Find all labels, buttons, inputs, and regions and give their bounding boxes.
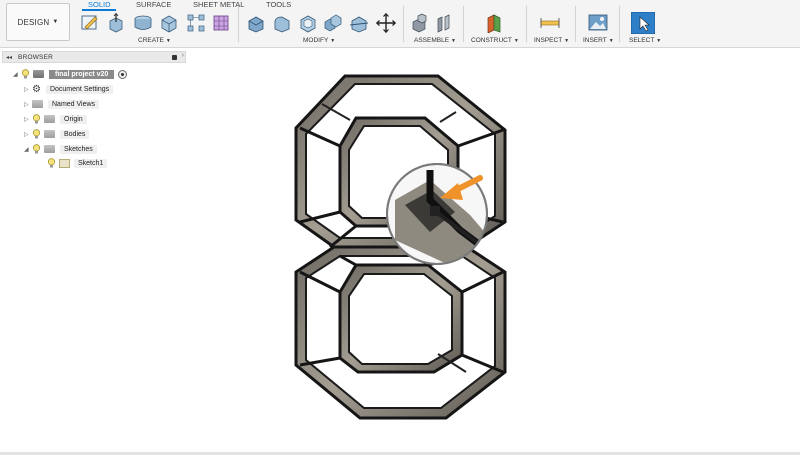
sketch-icon: [59, 158, 70, 168]
expand-triangle-icon[interactable]: ▷: [24, 86, 32, 93]
toolbar-separator: [463, 6, 464, 42]
tree-item-label: Sketch1: [74, 158, 108, 168]
expand-panel-icon[interactable]: ›: [182, 52, 184, 59]
move-copy-icon[interactable]: [376, 13, 396, 33]
select-cursor-icon[interactable]: [631, 12, 655, 34]
create-menu[interactable]: CREATE ▼: [138, 37, 171, 44]
browser-header[interactable]: ◂◂ BROWSER ›: [2, 51, 186, 63]
box-icon[interactable]: [159, 13, 179, 33]
tab-tools[interactable]: TOOLS: [266, 0, 291, 9]
tree-item-origin[interactable]: ▷ Origin: [24, 113, 87, 125]
insert-menu[interactable]: INSERT ▼: [583, 37, 614, 44]
visibility-bulb-icon[interactable]: [32, 129, 41, 139]
toolbar-separator: [403, 6, 404, 42]
pin-icon[interactable]: [172, 55, 177, 60]
modify-menu[interactable]: MODIFY ▼: [303, 37, 335, 44]
expand-triangle-icon[interactable]: ◢: [13, 71, 21, 78]
combine-icon[interactable]: [323, 13, 343, 33]
tab-sheet-metal[interactable]: SHEET METAL: [193, 0, 244, 9]
folder-icon: [44, 130, 55, 138]
visibility-bulb-icon[interactable]: [47, 158, 56, 168]
tree-item-label: Bodies: [60, 129, 90, 139]
gear-icon: ⚙: [32, 83, 41, 95]
measure-icon[interactable]: [540, 13, 560, 33]
folder-icon: [44, 145, 55, 153]
tree-item-sketches[interactable]: ◢ Sketches: [24, 143, 97, 155]
viewport-canvas[interactable]: [190, 50, 710, 450]
visibility-bulb-icon[interactable]: [32, 114, 41, 124]
split-body-icon[interactable]: [349, 13, 369, 33]
toolbar: DESIGN ▼ SOLID SURFACE SHEET METAL TOOLS…: [0, 0, 800, 48]
expand-triangle-icon[interactable]: ▷: [24, 101, 32, 108]
seven-segment-model[interactable]: [190, 50, 710, 450]
component-icon: [33, 70, 44, 78]
activate-radio-icon[interactable]: [118, 69, 128, 79]
toolbar-separator: [526, 6, 527, 42]
revolve-icon[interactable]: [133, 13, 153, 33]
insert-canvas-icon[interactable]: [588, 13, 608, 33]
toolbar-separator: [575, 6, 576, 42]
collapse-panel-icon[interactable]: ◂◂: [6, 54, 12, 61]
tree-item-label: Named Views: [48, 99, 100, 109]
construct-menu[interactable]: CONSTRUCT ▼: [471, 37, 519, 44]
workspace-design-button[interactable]: DESIGN ▼: [6, 3, 70, 41]
offset-plane-icon[interactable]: [484, 13, 504, 33]
form-icon[interactable]: [211, 13, 231, 33]
rectangular-pattern-icon[interactable]: [186, 13, 206, 33]
tree-item-sketch1[interactable]: Sketch1: [47, 157, 108, 169]
folder-icon: [44, 115, 55, 123]
visibility-bulb-icon[interactable]: [21, 69, 30, 79]
tab-solid[interactable]: SOLID: [88, 0, 111, 9]
chevron-down-icon: ▼: [52, 19, 59, 25]
expand-triangle-icon[interactable]: ▷: [24, 116, 32, 123]
extrude-icon[interactable]: [106, 13, 126, 33]
create-sketch-icon[interactable]: [80, 13, 100, 33]
tree-item-label: Document Settings: [45, 84, 114, 94]
tree-item-label: Origin: [60, 114, 87, 124]
inspect-menu[interactable]: INSPECT ▼: [534, 37, 569, 44]
shell-icon[interactable]: [298, 13, 318, 33]
toolbar-separator: [238, 6, 239, 42]
tree-item-bodies[interactable]: ▷ Bodies: [24, 128, 90, 140]
folder-icon: [32, 100, 43, 108]
tab-surface[interactable]: SURFACE: [136, 0, 171, 9]
browser-panel: ◂◂ BROWSER › ◢ final project v20 ▷ ⚙ Doc…: [0, 50, 188, 180]
tree-item-root[interactable]: ◢ final project v20: [13, 68, 128, 80]
new-component-icon[interactable]: [410, 13, 430, 33]
tree-item-label: Sketches: [60, 144, 97, 154]
active-tab-indicator: [82, 9, 116, 11]
toolbar-separator: [619, 6, 620, 42]
collapse-triangle-icon[interactable]: ◢: [24, 146, 32, 153]
press-pull-icon[interactable]: [246, 13, 266, 33]
workspace-label: DESIGN: [17, 17, 50, 27]
browser-title: BROWSER: [18, 53, 54, 61]
assemble-menu[interactable]: ASSEMBLE ▼: [414, 37, 456, 44]
tree-item-document-settings[interactable]: ▷ ⚙ Document Settings: [24, 83, 114, 95]
select-menu[interactable]: SELECT ▼: [629, 37, 661, 44]
fusion-app-window: DESIGN ▼ SOLID SURFACE SHEET METAL TOOLS…: [0, 0, 800, 455]
visibility-bulb-icon[interactable]: [32, 144, 41, 154]
tree-item-named-views[interactable]: ▷ Named Views: [24, 98, 100, 110]
joint-icon[interactable]: [434, 13, 454, 33]
expand-triangle-icon[interactable]: ▷: [24, 131, 32, 138]
fillet-icon[interactable]: [272, 13, 292, 33]
tree-item-label: final project v20: [49, 69, 115, 79]
